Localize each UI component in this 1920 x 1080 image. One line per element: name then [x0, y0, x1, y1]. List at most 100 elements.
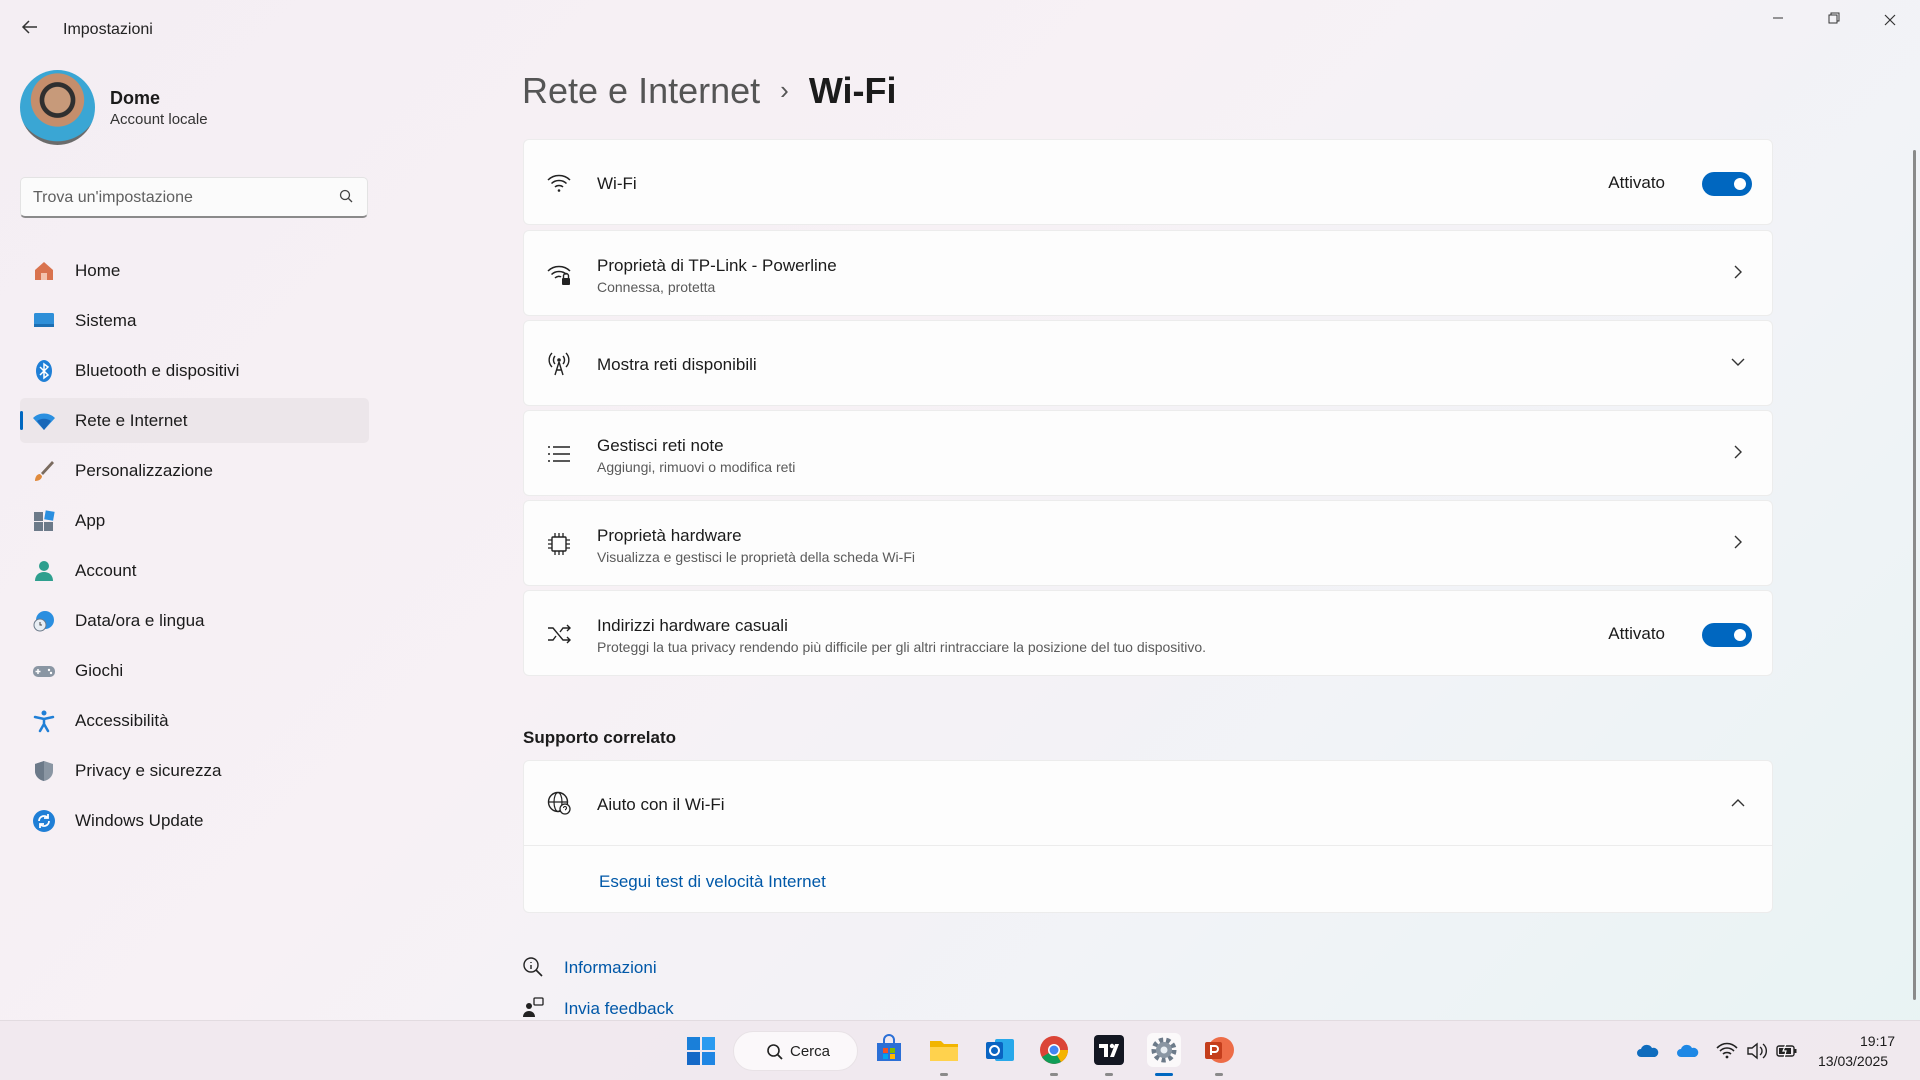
- home-icon: [35, 262, 53, 280]
- sidebar-item-windows-update[interactable]: Windows Update: [20, 798, 369, 843]
- minimize-icon: [1773, 17, 1783, 19]
- network-properties-card[interactable]: Proprietà di TP-Link - Powerline Conness…: [523, 230, 1773, 316]
- sidebar-item-home[interactable]: Home: [20, 248, 369, 293]
- wifi-icon: [547, 174, 571, 192]
- tradingview-app[interactable]: [1092, 1033, 1126, 1067]
- running-indicator: [1215, 1073, 1223, 1076]
- settings-icon: [1151, 1037, 1177, 1063]
- sidebar-item-personalizzazione[interactable]: Personalizzazione: [20, 448, 369, 493]
- divider: [524, 845, 1772, 846]
- chrome-icon: [1040, 1036, 1068, 1064]
- chrome-app[interactable]: [1037, 1033, 1071, 1067]
- chevron-right-icon: [1734, 445, 1742, 459]
- onedrive-icon[interactable]: [1637, 1041, 1659, 1061]
- globe-help-icon: [547, 791, 571, 815]
- search-icon[interactable]: [339, 189, 353, 203]
- chevron-right-icon: [1734, 265, 1742, 279]
- sidebar-item-app[interactable]: App: [20, 498, 369, 543]
- related-support-heading: Supporto correlato: [523, 728, 677, 747]
- search-input[interactable]: [33, 187, 323, 209]
- random-hardware-addresses-title: Indirizzi hardware casuali: [597, 616, 788, 635]
- sidebar-item-sistema[interactable]: Sistema: [20, 298, 369, 343]
- title-bar: Impostazioni: [0, 0, 1920, 60]
- feedback-link[interactable]: Invia feedback: [564, 999, 674, 1019]
- system-icon: [34, 313, 54, 327]
- manage-known-networks-card[interactable]: Gestisci reti note Aggiungi, rimuovi o m…: [523, 410, 1773, 496]
- sidebar-item-privacy-sicurezza[interactable]: Privacy e sicurezza: [20, 748, 369, 793]
- wifi-help-header[interactable]: Aiuto con il Wi-Fi: [524, 761, 1772, 845]
- accessibility-icon: [33, 710, 55, 733]
- brush-icon: [35, 461, 54, 481]
- settings-app[interactable]: [1147, 1033, 1181, 1067]
- chip-icon: [548, 533, 570, 555]
- taskbar-search[interactable]: Cerca: [733, 1031, 858, 1071]
- update-icon: [33, 810, 55, 832]
- sidebar-item-rete-internet[interactable]: Rete e Internet: [20, 398, 369, 443]
- store-app[interactable]: [872, 1033, 906, 1067]
- hardware-properties-title: Proprietà hardware: [597, 526, 742, 545]
- tradingview-icon: [1094, 1035, 1124, 1065]
- breadcrumb-separator: ›: [780, 75, 789, 105]
- wifi-toggle[interactable]: [1702, 172, 1752, 196]
- start-icon[interactable]: [686, 1036, 716, 1066]
- restore-button[interactable]: [1812, 8, 1856, 32]
- close-button[interactable]: [1868, 8, 1912, 32]
- bluetooth-icon: [36, 360, 52, 382]
- wifi-icon[interactable]: [1716, 1041, 1738, 1061]
- minimize-button[interactable]: [1756, 8, 1800, 32]
- wifi-help-title: Aiuto con il Wi-Fi: [597, 795, 725, 814]
- sidebar-item-account[interactable]: Account: [20, 548, 369, 593]
- sidebar-item-data-ora-lingua[interactable]: Data/ora e lingua: [20, 598, 369, 643]
- volume-icon[interactable]: [1746, 1041, 1768, 1061]
- store-icon: [877, 1034, 901, 1061]
- info-link[interactable]: Informazioni: [564, 958, 657, 978]
- network-properties-subtitle: Connessa, protetta: [597, 279, 716, 295]
- wifi-toggle-label: Attivato: [1608, 173, 1665, 192]
- onedrive-icon[interactable]: [1677, 1041, 1699, 1061]
- hardware-properties-card[interactable]: Proprietà hardware Visualizza e gestisci…: [523, 500, 1773, 586]
- sidebar-item-accessibilita[interactable]: Accessibilità: [20, 698, 369, 743]
- close-icon: [1884, 14, 1896, 26]
- user-name: Dome: [110, 88, 161, 108]
- sidebar-item-giochi[interactable]: Giochi: [20, 648, 369, 693]
- gamepad-icon: [33, 666, 55, 677]
- file-explorer-app[interactable]: [927, 1033, 961, 1067]
- clock-date[interactable]: 13/03/2025: [1818, 1053, 1888, 1069]
- chevron-right-icon: [1734, 535, 1742, 549]
- account-type: Account locale: [110, 111, 208, 128]
- sidebar-item-bluetooth[interactable]: Bluetooth e dispositivi: [20, 348, 369, 393]
- show-available-networks-card[interactable]: Mostra reti disponibili: [523, 320, 1773, 406]
- random-hardware-addresses-toggle-label: Attivato: [1608, 624, 1665, 643]
- wifi-lock-icon: [547, 265, 571, 285]
- app-title: Impostazioni: [63, 21, 153, 38]
- random-hardware-addresses-card: Indirizzi hardware casuali Proteggi la t…: [523, 590, 1773, 676]
- active-indicator: [1155, 1073, 1173, 1076]
- chevron-up-icon: [1731, 799, 1745, 807]
- back-button[interactable]: [18, 18, 42, 42]
- breadcrumb: Rete e Internet › Wi-Fi: [522, 70, 896, 112]
- battery-icon[interactable]: [1776, 1041, 1798, 1061]
- network-icon: [33, 413, 55, 430]
- avatar[interactable]: [20, 70, 95, 145]
- arrow-left-icon: [21, 20, 37, 34]
- shuffle-icon: [548, 624, 571, 644]
- random-hardware-addresses-toggle[interactable]: [1702, 623, 1752, 647]
- file-explorer-icon: [930, 1041, 958, 1061]
- taskbar: Cerca 19:17 13/03/2025: [0, 1020, 1920, 1080]
- restore-icon: [1828, 12, 1840, 24]
- clock-time[interactable]: 19:17: [1860, 1033, 1895, 1049]
- speed-test-link[interactable]: Esegui test di velocità Internet: [599, 872, 826, 892]
- random-hardware-addresses-subtitle: Proteggi la tua privacy rendendo più dif…: [597, 639, 1207, 655]
- shield-icon: [35, 761, 53, 781]
- hardware-properties-subtitle: Visualizza e gestisci le proprietà della…: [597, 549, 915, 565]
- search-box[interactable]: [20, 177, 368, 218]
- powerpoint-app[interactable]: [1202, 1033, 1236, 1067]
- scrollbar[interactable]: [1913, 150, 1916, 1000]
- outlook-app[interactable]: [983, 1033, 1017, 1067]
- feedback-icon: [523, 997, 544, 1017]
- powerpoint-icon: [1205, 1037, 1234, 1063]
- manage-known-networks-subtitle: Aggiungi, rimuovi o modifica reti: [597, 459, 796, 475]
- wifi-toggle-card: Wi-Fi Attivato: [523, 139, 1773, 225]
- chevron-down-icon: [1731, 358, 1745, 366]
- breadcrumb-parent[interactable]: Rete e Internet: [522, 70, 760, 111]
